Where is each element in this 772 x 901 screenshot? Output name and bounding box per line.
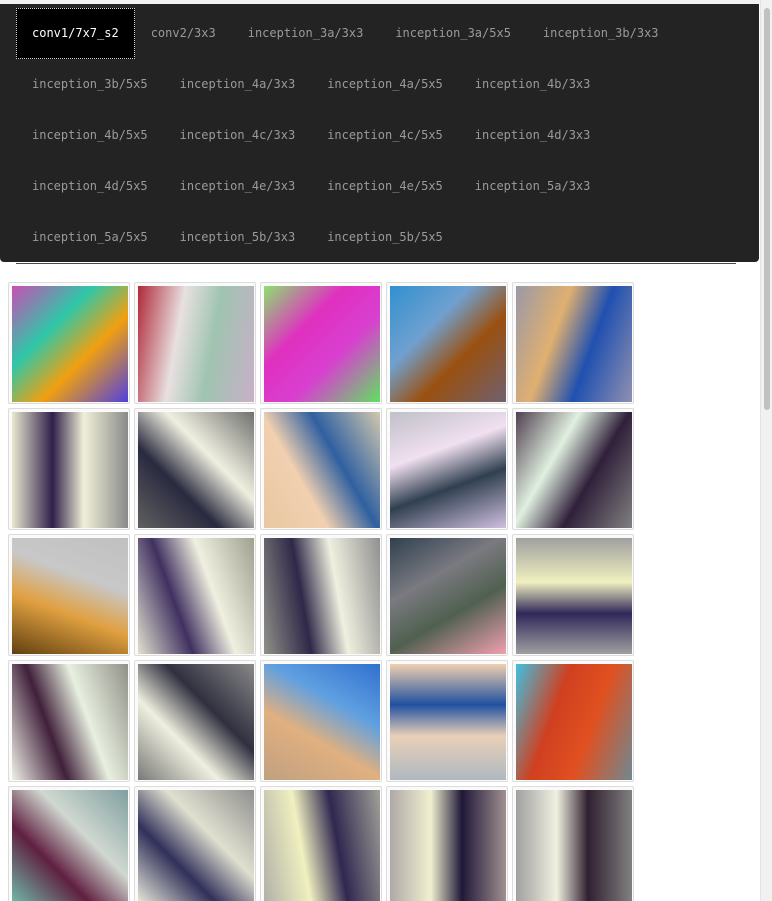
tab-inception-4d-3x3[interactable]: inception_4d/3x3 — [459, 110, 607, 161]
filter-image — [516, 412, 632, 528]
filter-image — [264, 412, 380, 528]
vertical-scrollbar[interactable] — [760, 0, 772, 901]
tab-inception-3a-3x3[interactable]: inception_3a/3x3 — [232, 8, 380, 59]
filter-tile — [386, 660, 508, 782]
filter-image — [516, 790, 632, 901]
filter-tile — [512, 660, 634, 782]
filter-image — [138, 790, 254, 901]
filter-tile — [386, 534, 508, 656]
filter-image — [138, 664, 254, 780]
filter-tile — [260, 534, 382, 656]
filter-tile — [8, 282, 130, 404]
filter-viewer-page: conv1/7x7_s2 conv2/3x3 inception_3a/3x3 inc… — [0, 0, 772, 901]
tab-inception-4c-3x3[interactable]: inception_4c/3x3 — [164, 110, 312, 161]
filter-tile — [386, 408, 508, 530]
filter-image — [264, 664, 380, 780]
filter-image — [390, 664, 506, 780]
layer-tabs: conv1/7x7_s2 conv2/3x3 inception_3a/3x3 inc… — [16, 8, 736, 264]
filter-image — [390, 538, 506, 654]
filter-image — [12, 286, 128, 402]
tab-inception-4b-3x3[interactable]: inception_4b/3x3 — [459, 59, 607, 110]
filter-image — [138, 286, 254, 402]
filter-image — [138, 538, 254, 654]
filter-image — [390, 286, 506, 402]
filter-tile — [134, 534, 256, 656]
tab-inception-3b-3x3[interactable]: inception_3b/3x3 — [527, 8, 675, 59]
filter-tile — [8, 534, 130, 656]
filter-image — [12, 412, 128, 528]
tab-inception-4d-5x5[interactable]: inception_4d/5x5 — [16, 161, 164, 212]
filter-tile — [512, 408, 634, 530]
filter-tile — [134, 282, 256, 404]
filter-tile — [512, 786, 634, 901]
filter-tile — [134, 660, 256, 782]
filter-tile — [134, 786, 256, 901]
filter-grid — [8, 282, 638, 901]
filter-image — [12, 538, 128, 654]
filter-tile — [260, 408, 382, 530]
filter-tile — [386, 282, 508, 404]
filter-image — [516, 664, 632, 780]
filter-image — [516, 286, 632, 402]
tab-conv1-7x7-s2[interactable]: conv1/7x7_s2 — [16, 8, 135, 59]
tab-inception-4a-3x3[interactable]: inception_4a/3x3 — [164, 59, 312, 110]
tab-conv2-3x3[interactable]: conv2/3x3 — [135, 8, 232, 59]
filter-tile — [512, 282, 634, 404]
filter-image — [264, 790, 380, 901]
filter-image — [516, 538, 632, 654]
tab-inception-4e-3x3[interactable]: inception_4e/3x3 — [164, 161, 312, 212]
filter-image — [12, 790, 128, 901]
filter-image — [264, 538, 380, 654]
filter-tile — [386, 786, 508, 901]
filter-image — [264, 286, 380, 402]
filter-image — [390, 412, 506, 528]
filter-tile — [8, 786, 130, 901]
tab-inception-4b-5x5[interactable]: inception_4b/5x5 — [16, 110, 164, 161]
tab-inception-4c-5x5[interactable]: inception_4c/5x5 — [311, 110, 459, 161]
filter-tile — [512, 534, 634, 656]
filter-image — [390, 790, 506, 901]
filter-tile — [8, 660, 130, 782]
tab-inception-4a-5x5[interactable]: inception_4a/5x5 — [311, 59, 459, 110]
filter-image — [138, 412, 254, 528]
tab-inception-5b-5x5[interactable]: inception_5b/5x5 — [311, 212, 459, 263]
filter-tile — [260, 786, 382, 901]
layer-tab-bar: conv1/7x7_s2 conv2/3x3 inception_3a/3x3 inc… — [0, 4, 759, 264]
tab-inception-5b-3x3[interactable]: inception_5b/3x3 — [164, 212, 312, 263]
filter-image — [12, 664, 128, 780]
tab-inception-3b-5x5[interactable]: inception_3b/5x5 — [16, 59, 164, 110]
filter-tile — [8, 408, 130, 530]
filter-tile — [260, 660, 382, 782]
filter-tile — [260, 282, 382, 404]
tab-inception-3a-5x5[interactable]: inception_3a/5x5 — [379, 8, 527, 59]
scrollbar-thumb[interactable] — [764, 8, 770, 410]
filter-tile — [134, 408, 256, 530]
tab-inception-4e-5x5[interactable]: inception_4e/5x5 — [311, 161, 459, 212]
tab-inception-5a-5x5[interactable]: inception_5a/5x5 — [16, 212, 164, 263]
tab-inception-5a-3x3[interactable]: inception_5a/3x3 — [459, 161, 607, 212]
